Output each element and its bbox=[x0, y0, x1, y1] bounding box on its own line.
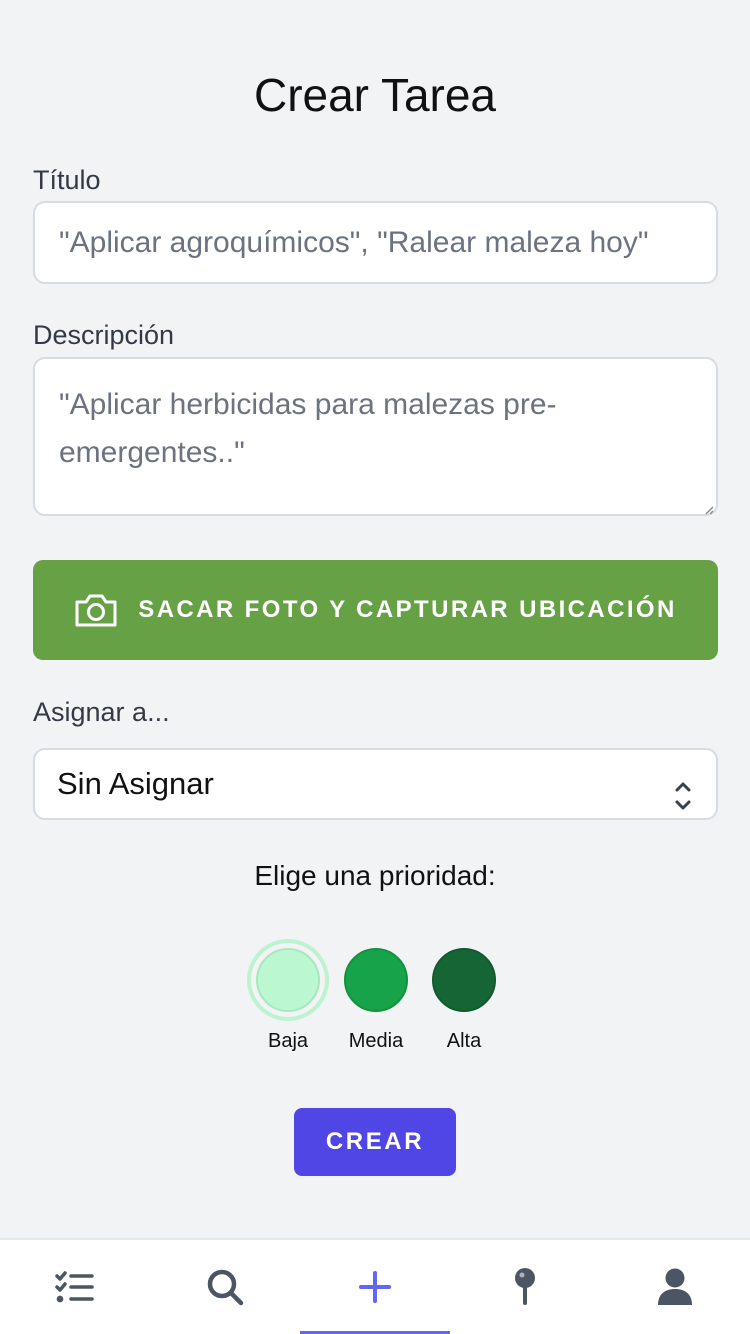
resize-grip-icon[interactable] bbox=[704, 502, 714, 515]
priority-alta-button[interactable] bbox=[432, 948, 496, 1012]
take-photo-button[interactable]: SACAR FOTO Y CAPTURAR UBICACIÓN bbox=[33, 560, 718, 660]
priority-alta-label: Alta bbox=[446, 1030, 482, 1052]
bottom-nav bbox=[0, 1238, 750, 1334]
take-photo-label: SACAR FOTO Y CAPTURAR UBICACIÓN bbox=[138, 596, 677, 623]
priority-media-button[interactable] bbox=[344, 948, 408, 1012]
nav-search[interactable] bbox=[150, 1240, 300, 1334]
descripcion-label: Descripción bbox=[33, 320, 175, 350]
map-pin-icon bbox=[512, 1267, 538, 1307]
camera-icon bbox=[74, 592, 138, 628]
titulo-label: Título bbox=[33, 165, 101, 195]
nav-map[interactable] bbox=[450, 1240, 600, 1334]
search-icon bbox=[205, 1267, 245, 1307]
assign-select[interactable]: Sin Asignar bbox=[33, 748, 718, 820]
priority-baja-label: Baja bbox=[267, 1030, 309, 1052]
priority-label: Elige una prioridad: bbox=[254, 860, 496, 891]
descripcion-textarea[interactable]: "Aplicar herbicidas para malezas pre-eme… bbox=[33, 357, 718, 516]
priority-baja-button[interactable] bbox=[256, 948, 320, 1012]
user-icon bbox=[657, 1268, 693, 1306]
assign-label: Asignar a... bbox=[33, 697, 170, 727]
plus-icon bbox=[358, 1270, 392, 1304]
priority-media-label: Media bbox=[348, 1030, 404, 1052]
nav-create[interactable] bbox=[300, 1240, 450, 1334]
assign-selected-value: Sin Asignar bbox=[57, 766, 214, 801]
create-button[interactable]: CREAR bbox=[294, 1108, 456, 1176]
page-title: Crear Tarea bbox=[253, 69, 497, 121]
nav-profile[interactable] bbox=[600, 1240, 750, 1334]
titulo-input[interactable]: "Aplicar agroquímicos", "Ralear maleza h… bbox=[33, 201, 718, 284]
chevron-updown-icon bbox=[674, 768, 692, 836]
task-list-icon bbox=[55, 1271, 95, 1303]
nav-tasks[interactable] bbox=[0, 1240, 150, 1334]
